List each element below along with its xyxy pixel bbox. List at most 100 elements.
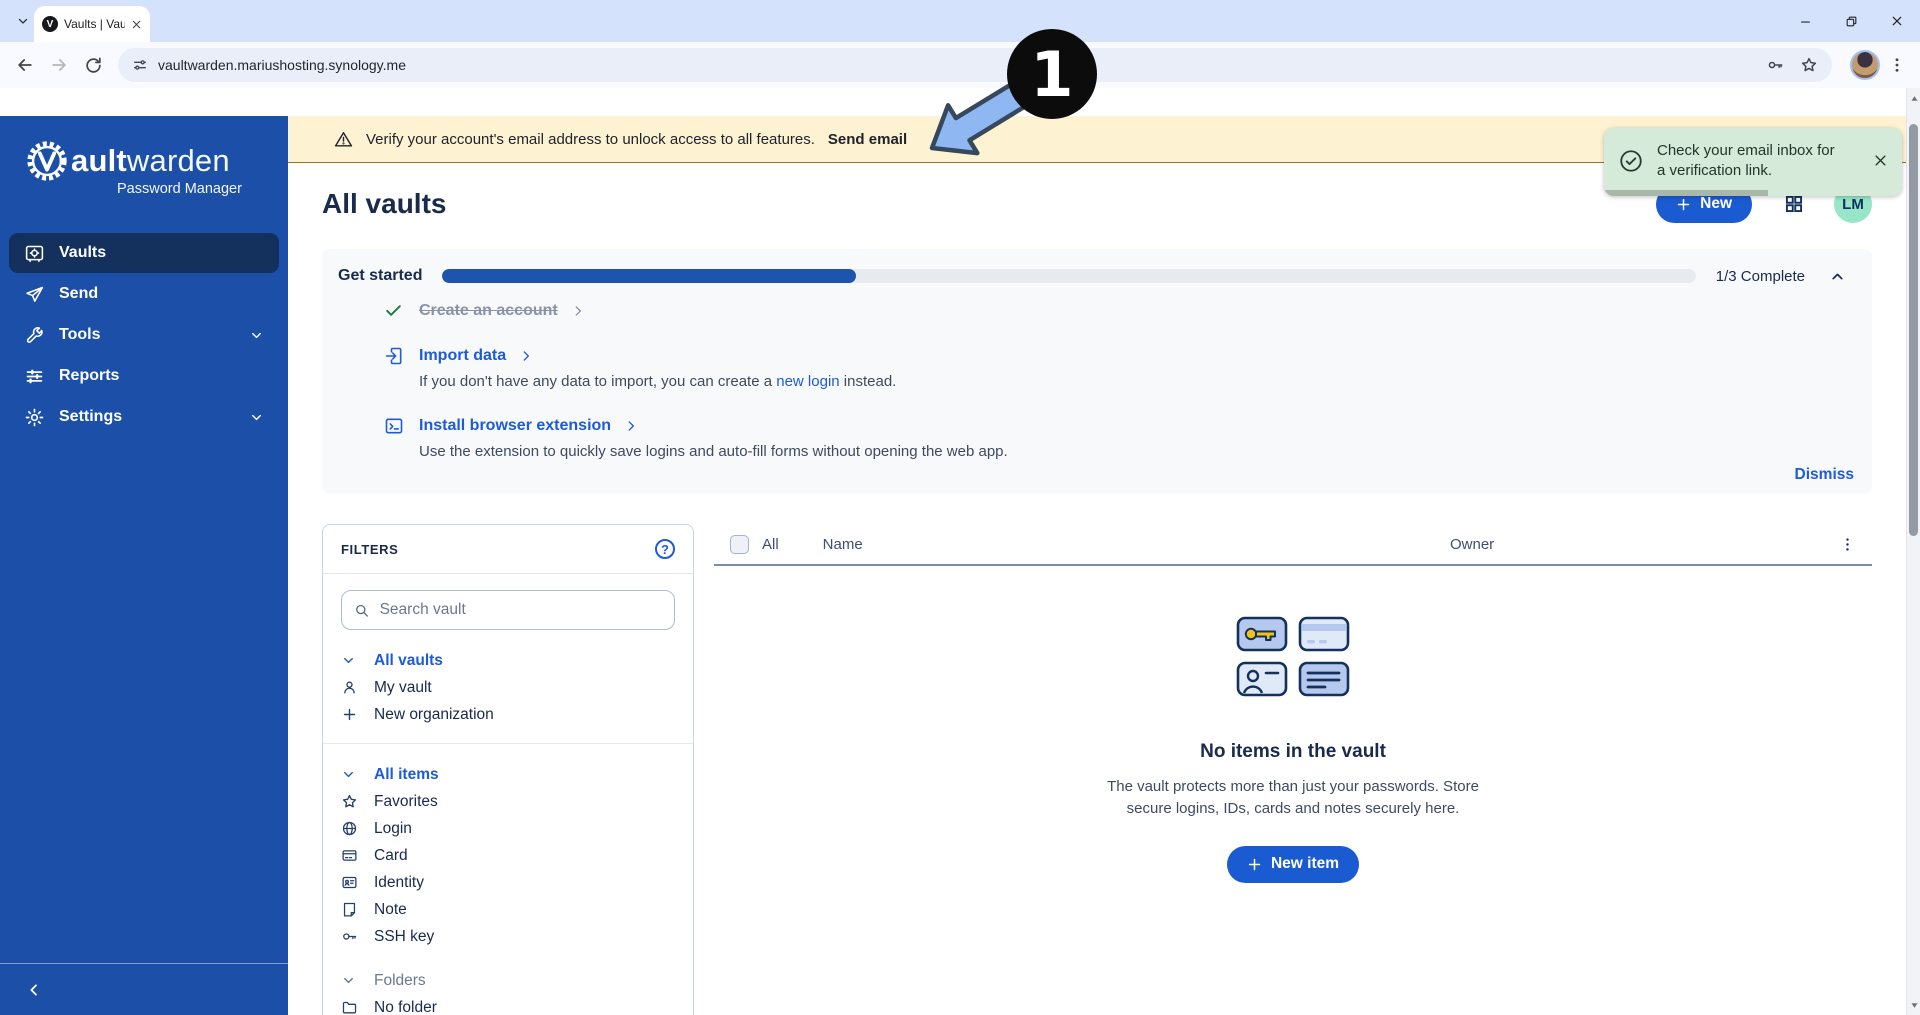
sidebar-item-send[interactable]: Send [9,274,279,314]
search-vault-box[interactable] [341,590,675,630]
search-vault-input[interactable] [380,601,662,619]
filter-new-organization[interactable]: New organization [341,701,675,728]
tab-close-icon[interactable] [131,19,142,30]
step-label: Create an account [419,302,558,320]
vault-filter-group: All vaults My vault New organization [341,647,675,728]
new-login-link[interactable]: new login [776,373,839,390]
site-settings-icon[interactable] [132,57,148,73]
filter-identity[interactable]: Identity [341,869,675,896]
star-icon [341,793,361,810]
workspace: FILTERS ? [322,524,1872,1015]
vault-item-tiles [1236,616,1350,697]
progress-bar [442,269,1695,283]
vaultwarden-page: aultwarden Password Manager Vaults [0,88,1920,1015]
vaultwarden-favicon-icon: V [42,16,58,32]
password-key-icon[interactable] [1766,56,1784,74]
globe-icon [341,820,361,837]
urlbar-right-icons [1766,56,1818,74]
filter-card[interactable]: Card [341,842,675,869]
folder-icon [341,999,361,1015]
key-icon [341,928,361,945]
reload-button[interactable] [76,48,110,82]
logo-subtitle: Password Manager [117,181,288,197]
login-key-tile-icon [1236,616,1288,652]
sidebar-item-label: Send [59,285,98,303]
browser-profile-avatar[interactable] [1850,50,1880,80]
empty-state: No items in the vault The vault protects… [714,616,1872,883]
main-area: Verify your account's email address to u… [288,116,1906,1015]
banner-text: Verify your account's email address to u… [366,131,815,148]
scrollbar-up-arrow[interactable] [1907,90,1920,106]
filter-all-vaults[interactable]: All vaults [341,647,675,674]
check-circle-icon [1618,148,1644,174]
page-scrollbar[interactable] [1906,88,1920,1015]
filters-title: FILTERS [341,542,398,557]
step-install-extension[interactable]: Install browser extension [384,416,1854,436]
back-button[interactable] [8,48,42,82]
close-window-button[interactable] [1874,0,1920,42]
scrollbar-down-arrow[interactable] [1907,997,1920,1013]
select-all-checkbox[interactable] [730,535,749,554]
new-item-button[interactable]: New item [1227,846,1359,883]
collapse-chevron-up-icon[interactable] [1829,268,1846,285]
note-icon [341,901,361,918]
sidebar-item-label: Vaults [59,244,106,262]
window-controls [1782,0,1920,42]
sidebar-item-vaults[interactable]: Vaults [9,233,279,273]
identity-tile-icon [1236,661,1288,697]
filter-favorites[interactable]: Favorites [341,788,675,815]
items-table-header: All Name Owner [714,524,1872,566]
bookmark-star-icon[interactable] [1800,56,1818,74]
grid-view-icon[interactable] [1784,194,1804,214]
filter-ssh-key[interactable]: SSH key [341,923,675,950]
restore-button[interactable] [1828,0,1874,42]
step-create-account[interactable]: Create an account [384,301,1854,320]
send-email-link[interactable]: Send email [828,131,907,148]
browser-menu-icon[interactable] [1888,56,1906,74]
toast-progress [1604,190,1768,196]
app-layout: aultwarden Password Manager Vaults [0,116,1906,1015]
sidebar-item-settings[interactable]: Settings [9,397,279,437]
forward-button[interactable] [42,48,76,82]
column-name[interactable]: Name [823,536,863,553]
help-icon[interactable]: ? [655,539,675,559]
table-options-icon[interactable] [1839,536,1856,553]
filter-note[interactable]: Note [341,896,675,923]
person-icon [341,679,361,696]
step-import-data[interactable]: Import data [384,346,1854,366]
plus-icon [1247,857,1262,872]
email-verification-toast: Check your email inbox for a verificatio… [1604,128,1902,196]
sidebar: aultwarden Password Manager Vaults [0,116,288,1015]
warning-triangle-icon [334,130,353,149]
sidebar-item-tools[interactable]: Tools [9,315,279,355]
extension-helper-text: Use the extension to quickly save logins… [419,443,1854,460]
toast-close-icon[interactable] [1873,153,1888,168]
dismiss-link[interactable]: Dismiss [1795,466,1854,484]
url-bar[interactable]: vaultwarden.mariushosting.synology.me [118,48,1832,82]
chevron-left-icon [26,982,42,998]
url-text[interactable]: vaultwarden.mariushosting.synology.me [158,57,406,73]
credit-card-icon [341,847,361,864]
sidebar-item-label: Reports [59,367,119,385]
vault-safe-icon [24,243,46,264]
progress-fill [442,269,856,283]
screen: V Vaults | Vault [0,0,1920,1015]
column-owner[interactable]: Owner [1450,536,1494,553]
filter-login[interactable]: Login [341,815,675,842]
minimize-button[interactable] [1782,0,1828,42]
browser-tab[interactable]: V Vaults | Vault [34,6,150,42]
filter-all-items[interactable]: All items [341,761,675,788]
scrollbar-thumb[interactable] [1909,124,1918,536]
filter-folders[interactable]: Folders [341,967,675,994]
chevron-down-icon [341,767,361,782]
filter-no-folder[interactable]: No folder [341,994,675,1015]
import-helper-text: If you don't have any data to import, yo… [419,373,1854,390]
get-started-steps: Create an account Import data [384,301,1854,460]
type-filter-group: All items Favorites Login [341,761,675,950]
filter-my-vault[interactable]: My vault [341,674,675,701]
tab-search-button[interactable] [10,8,36,34]
vaultwarden-gear-v-icon [24,138,70,184]
id-card-icon [341,874,361,891]
sidebar-item-reports[interactable]: Reports [9,356,279,396]
sidebar-collapse[interactable] [0,963,288,1015]
